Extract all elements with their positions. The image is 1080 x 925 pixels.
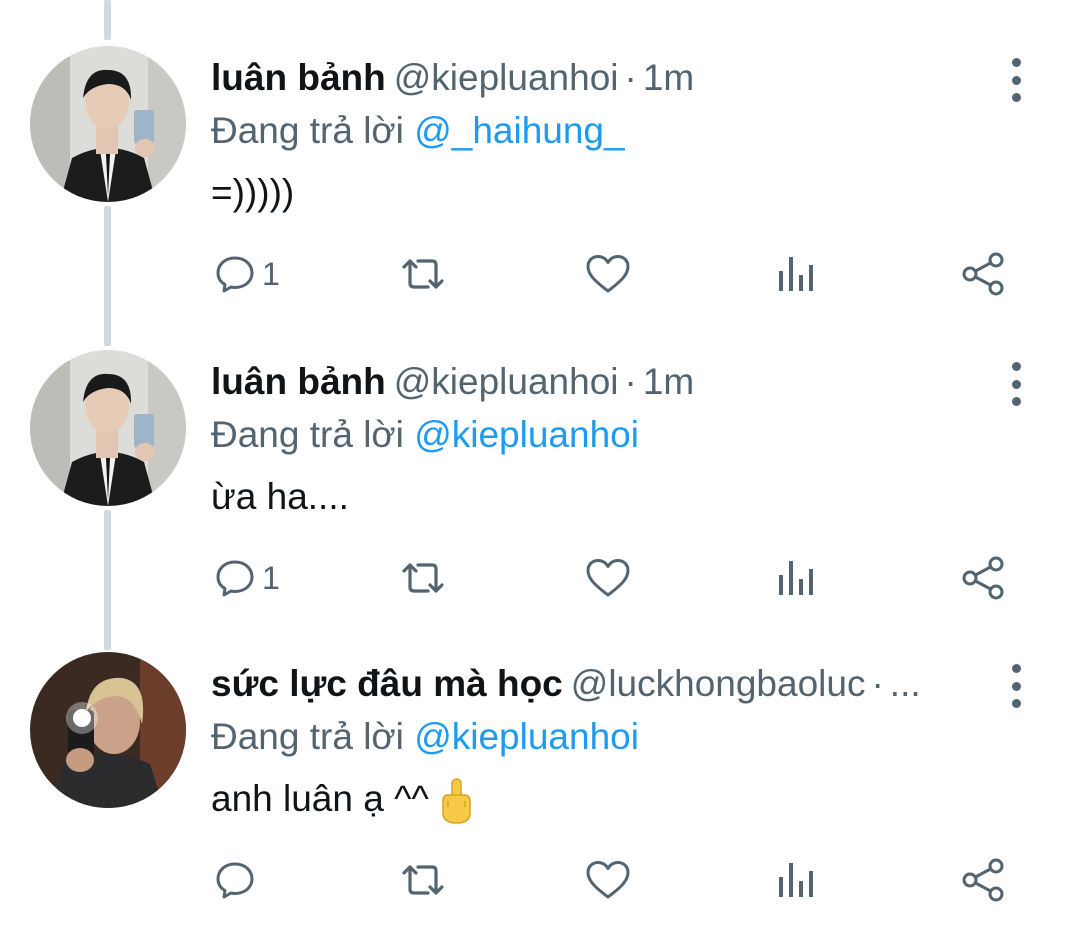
more-vertical-icon[interactable] bbox=[1000, 664, 1032, 708]
tweet-header: luân bảnh @kiepluanhoi · 1m bbox=[211, 356, 986, 408]
heart-icon bbox=[586, 861, 630, 899]
heart-icon bbox=[586, 559, 630, 597]
retweet-button[interactable] bbox=[396, 550, 450, 606]
more-vertical-icon[interactable] bbox=[1000, 362, 1032, 406]
share-icon bbox=[962, 858, 1004, 902]
timestamp[interactable]: 1m bbox=[643, 361, 694, 402]
analytics-icon bbox=[779, 561, 813, 595]
tweet-actions: 1 bbox=[0, 550, 1080, 606]
display-name[interactable]: luân bảnh bbox=[211, 57, 386, 98]
share-button[interactable] bbox=[960, 246, 1006, 302]
reply-icon bbox=[216, 862, 254, 899]
tweet-text-content: anh luân ạ ^^ bbox=[211, 778, 429, 819]
separator-dot: · bbox=[871, 663, 884, 704]
avatar[interactable] bbox=[30, 46, 186, 202]
display-name[interactable]: luân bảnh bbox=[211, 361, 386, 402]
reply-button[interactable]: 1 bbox=[214, 550, 280, 606]
user-handle[interactable]: @kiepluanhoi bbox=[394, 361, 619, 402]
share-icon bbox=[962, 252, 1004, 296]
replying-to-handle[interactable]: @kiepluanhoi bbox=[414, 414, 639, 455]
middle-finger-emoji-icon bbox=[439, 777, 473, 825]
like-button[interactable] bbox=[584, 246, 632, 302]
display-name[interactable]: sức lực đâu mà học bbox=[211, 663, 563, 704]
retweet-icon bbox=[402, 563, 444, 593]
tweet-text: ừa ha.... bbox=[211, 476, 349, 517]
replying-to-label: Đang trả lời bbox=[211, 110, 404, 151]
avatar[interactable] bbox=[30, 652, 186, 808]
views-button[interactable] bbox=[776, 246, 816, 302]
retweet-button[interactable] bbox=[396, 246, 450, 302]
views-button[interactable] bbox=[776, 852, 816, 908]
user-handle[interactable]: @luckhongbaoluc bbox=[571, 663, 866, 704]
share-button[interactable] bbox=[960, 852, 1006, 908]
tweet-actions: 1 bbox=[0, 246, 1080, 302]
replying-to-handle[interactable]: @kiepluanhoi bbox=[414, 716, 639, 757]
replying-to-label: Đang trả lời bbox=[211, 414, 404, 455]
separator-dot: · bbox=[624, 361, 637, 402]
timestamp[interactable]: ... bbox=[890, 663, 921, 704]
tweet-text: anh luân ạ ^^ bbox=[211, 772, 473, 826]
tweet-actions bbox=[0, 852, 1080, 908]
replying-to-label: Đang trả lời bbox=[211, 716, 404, 757]
analytics-icon bbox=[779, 863, 813, 897]
share-icon bbox=[962, 556, 1004, 600]
like-button[interactable] bbox=[584, 550, 632, 606]
reply-button[interactable] bbox=[214, 852, 262, 908]
heart-icon bbox=[586, 255, 630, 293]
reply-button[interactable]: 1 bbox=[214, 246, 280, 302]
thread-line-top bbox=[104, 0, 111, 40]
replying-to: Đang trả lời @kiepluanhoi bbox=[211, 712, 639, 762]
tweet-header: sức lực đâu mà học @luckhongbaoluc ·... bbox=[211, 658, 986, 710]
retweet-icon bbox=[402, 259, 444, 289]
reply-count: 1 bbox=[262, 256, 280, 292]
timestamp[interactable]: 1m bbox=[643, 57, 694, 98]
reply-icon bbox=[216, 560, 254, 597]
retweet-button[interactable] bbox=[396, 852, 450, 908]
views-button[interactable] bbox=[776, 550, 816, 606]
user-handle[interactable]: @kiepluanhoi bbox=[394, 57, 619, 98]
more-vertical-icon[interactable] bbox=[1000, 58, 1032, 102]
tweet-text: =))))) bbox=[211, 172, 295, 213]
replying-to: Đang trả lời @kiepluanhoi bbox=[211, 410, 639, 460]
replying-to: Đang trả lời @_haihung_ bbox=[211, 106, 625, 156]
tweet-header: luân bảnh @kiepluanhoi · 1m bbox=[211, 52, 986, 104]
like-button[interactable] bbox=[584, 852, 632, 908]
share-button[interactable] bbox=[960, 550, 1006, 606]
separator-dot: · bbox=[624, 57, 637, 98]
retweet-icon bbox=[402, 865, 444, 895]
avatar[interactable] bbox=[30, 350, 186, 506]
reply-count: 1 bbox=[262, 560, 280, 596]
reply-icon bbox=[216, 256, 254, 293]
analytics-icon bbox=[779, 257, 813, 291]
replying-to-handle[interactable]: @_haihung_ bbox=[414, 110, 624, 151]
